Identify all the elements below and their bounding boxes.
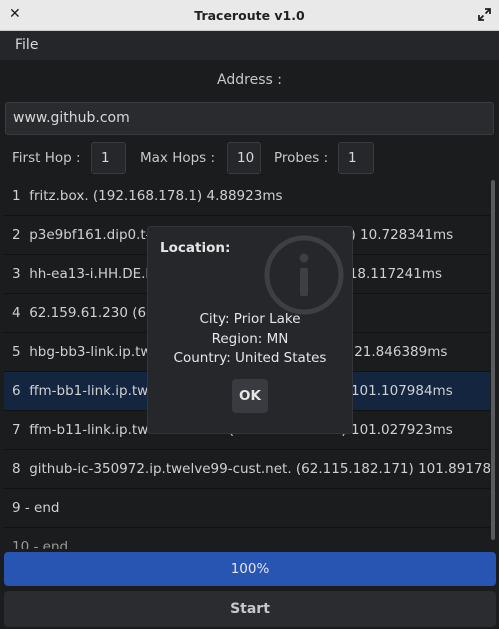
maximize-icon[interactable] [478, 8, 491, 21]
menu-bar: File [0, 31, 499, 60]
list-scrollbar[interactable] [491, 180, 495, 540]
title-bar: ✕ Traceroute v1.0 [0, 0, 499, 31]
probes-input[interactable]: 1 [338, 142, 374, 174]
hop-row[interactable]: 10 - end [4, 528, 490, 549]
info-icon [264, 235, 344, 315]
first-hop-label: First Hop : [12, 150, 81, 166]
ok-button[interactable]: OK [232, 379, 268, 413]
address-label: Address : [217, 72, 282, 88]
location-region: Region: MN [211, 331, 289, 347]
location-country: Country: United States [173, 350, 327, 366]
window-title: Traceroute v1.0 [194, 8, 305, 23]
first-hop-input[interactable]: 1 [91, 142, 126, 174]
location-dialog: Location: City: Prior Lake Region: MN Co… [148, 227, 352, 433]
hop-row[interactable]: 9 - end [4, 489, 490, 528]
menu-file[interactable]: File [15, 37, 38, 53]
progress-bar: 100% [4, 552, 496, 586]
max-hops-input[interactable]: 10 [227, 142, 261, 174]
dialog-title: Location: [160, 240, 231, 256]
hop-row[interactable]: 8 github-ic-350972.ip.twelve99-cust.net.… [4, 450, 490, 489]
max-hops-label: Max Hops : [140, 150, 216, 166]
start-button[interactable]: Start [4, 591, 496, 627]
probes-label: Probes : [274, 150, 329, 166]
address-input[interactable]: www.github.com [5, 102, 494, 135]
location-city: City: Prior Lake [199, 311, 301, 327]
hop-row[interactable]: 1 fritz.box. (192.168.178.1) 4.88923ms [4, 177, 490, 216]
